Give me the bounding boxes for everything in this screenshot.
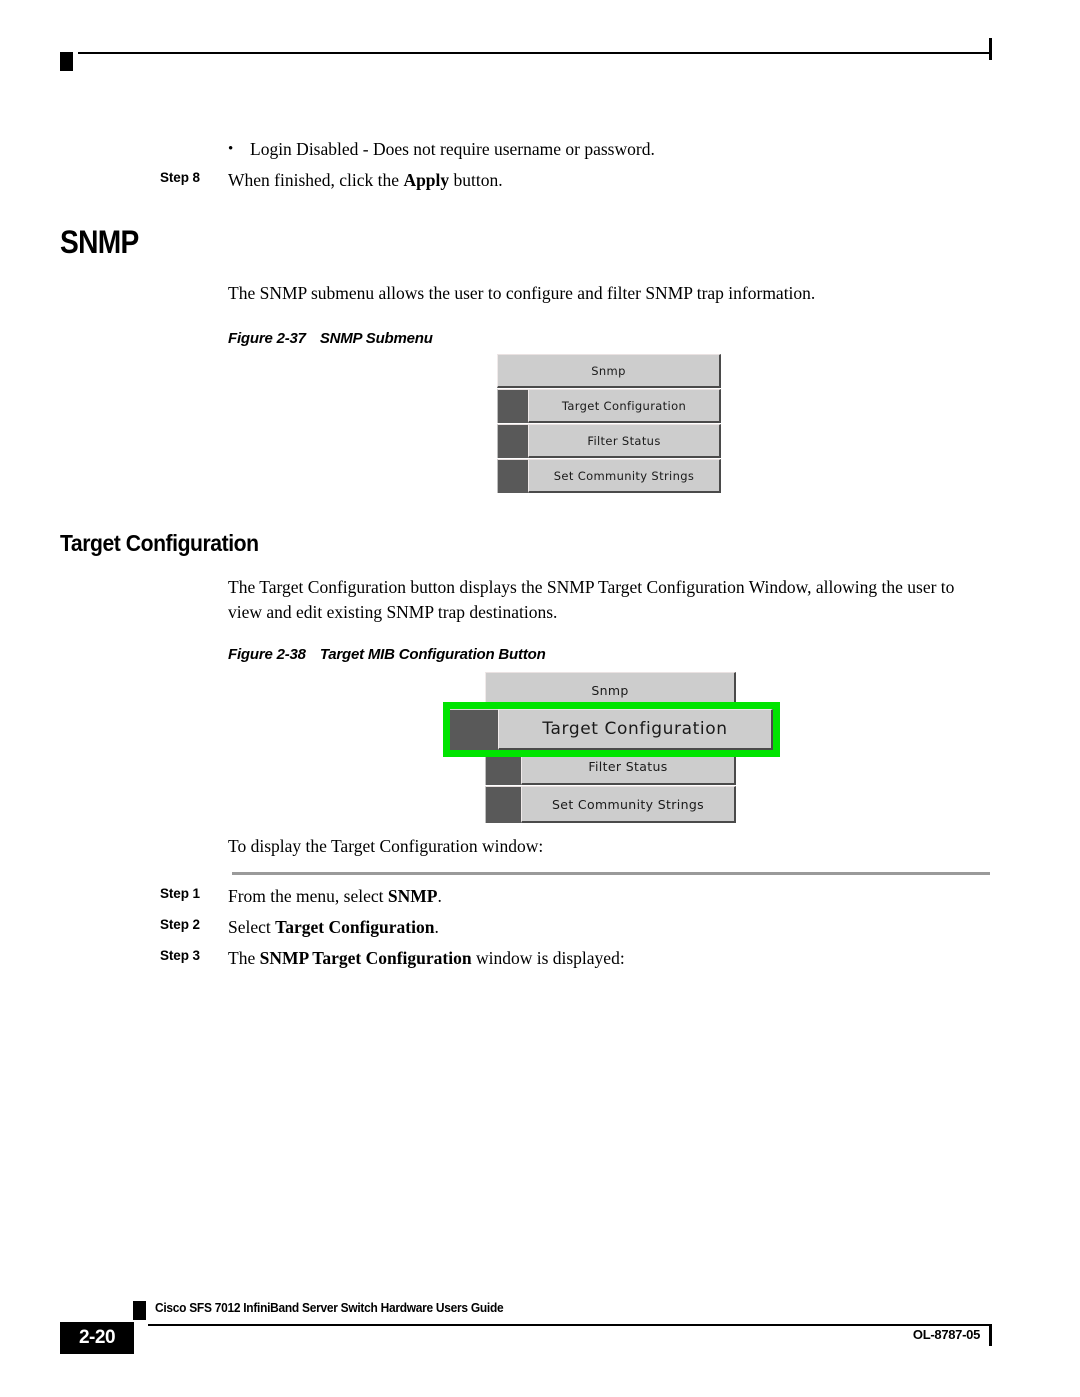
footer-rule bbox=[148, 1324, 990, 1326]
step-text-post: . bbox=[437, 886, 442, 906]
menu-indent-block bbox=[497, 424, 528, 458]
step-row-2: Step 2 Select Target Configuration. bbox=[0, 917, 1080, 943]
menu-row-set-community-strings[interactable]: Set Community Strings bbox=[485, 786, 736, 823]
header-left-marker bbox=[60, 52, 73, 71]
header-right-tick bbox=[989, 38, 992, 60]
section-heading-target-configuration: Target Configuration bbox=[60, 530, 259, 556]
figure-number: Figure 2-38 bbox=[228, 646, 306, 663]
menu-row-set-community-strings[interactable]: Set Community Strings bbox=[497, 459, 721, 493]
menu-row-target-configuration[interactable]: Target Configuration bbox=[497, 389, 721, 423]
target-body-line1: The Target Configuration button displays… bbox=[228, 577, 955, 597]
procedure-separator-rule bbox=[232, 872, 990, 875]
menu-indent-block bbox=[450, 709, 498, 750]
footer-document-id: OL-8787-05 bbox=[912, 1327, 980, 1342]
highlight-callout-target-configuration[interactable]: Target Configuration bbox=[443, 702, 780, 757]
step-text-pre: The bbox=[228, 948, 260, 968]
header-rule bbox=[78, 52, 990, 54]
menu-indent-block bbox=[497, 389, 528, 423]
menu-row-filter-status[interactable]: Filter Status bbox=[497, 424, 721, 458]
menu-button-filter-status[interactable]: Filter Status bbox=[528, 424, 721, 458]
menu-button-target-configuration-highlighted[interactable]: Target Configuration bbox=[498, 709, 773, 750]
step-text-post: window is displayed: bbox=[471, 948, 625, 968]
menu-indent-block bbox=[485, 786, 521, 823]
step-text-emphasis: Target Configuration bbox=[275, 917, 435, 937]
step-text-emphasis: SNMP bbox=[387, 886, 438, 906]
menu-button-target-configuration[interactable]: Target Configuration bbox=[528, 389, 721, 423]
menu-row-snmp[interactable]: Snmp bbox=[497, 354, 721, 388]
step-text-emphasis: SNMP Target Configuration bbox=[259, 948, 472, 968]
footer-page-number: 2-20 bbox=[60, 1322, 134, 1354]
snmp-body-text: The SNMP submenu allows the user to conf… bbox=[228, 283, 816, 303]
step-text-post: button. bbox=[449, 170, 503, 190]
target-body-line2: view and edit existing SNMP trap destina… bbox=[228, 602, 558, 622]
document-page: { "page": { "number": "2-20", "guide_tit… bbox=[0, 0, 1080, 1397]
step-label: Step 8 bbox=[160, 170, 200, 185]
figure-title: Target MIB Configuration Button bbox=[319, 646, 546, 663]
bullet-dot-icon: • bbox=[228, 141, 234, 157]
figure-caption-237: Figure 2-37 SNMP Submenu bbox=[228, 330, 433, 347]
menu-indent-block bbox=[497, 459, 528, 493]
menu-button-set-community-strings[interactable]: Set Community Strings bbox=[521, 786, 736, 823]
menu-button-snmp[interactable]: Snmp bbox=[497, 354, 721, 388]
menu-button-set-community-strings[interactable]: Set Community Strings bbox=[528, 459, 721, 493]
snmp-submenu-figure-237: Snmp Target Configuration Filter Status … bbox=[497, 354, 721, 494]
step-text-pre: Select bbox=[228, 917, 276, 937]
footer-marker bbox=[133, 1301, 146, 1320]
footer-guide-title: Cisco SFS 7012 InfiniBand Server Switch … bbox=[155, 1300, 504, 1315]
step-text-pre: When finished, click the bbox=[228, 170, 404, 190]
step-label: Step 2 bbox=[160, 917, 200, 932]
step-row-3: Step 3 The SNMP Target Configuration win… bbox=[0, 948, 1080, 974]
step-text-emphasis: Apply bbox=[403, 170, 450, 190]
bullet-list-item: • Login Disabled - Does not require usern… bbox=[228, 136, 968, 162]
page-header bbox=[0, 0, 1080, 90]
figure-title: SNMP Submenu bbox=[319, 330, 433, 347]
procedure-lead-in: To display the Target Configuration wind… bbox=[228, 836, 544, 856]
step-text: From the menu, select SNMP. bbox=[228, 886, 442, 907]
step-text-pre: From the menu, select bbox=[228, 886, 388, 906]
page-footer: Cisco SFS 7012 InfiniBand Server Switch … bbox=[0, 1300, 1080, 1380]
footer-right-tick bbox=[989, 1324, 992, 1346]
bullet-item-text: Login Disabled - Does not require userna… bbox=[250, 139, 655, 159]
step-text-post: . bbox=[434, 917, 439, 937]
step-row-8: Step 8 When finished, click the Apply bu… bbox=[0, 170, 1080, 196]
step-text: When finished, click the Apply button. bbox=[228, 170, 503, 191]
figure-caption-238: Figure 2-38 Target MIB Configuration Butt… bbox=[228, 646, 546, 663]
figure-number: Figure 2-37 bbox=[228, 330, 306, 347]
step-text: Select Target Configuration. bbox=[228, 917, 439, 938]
page-title-snmp: SNMP bbox=[60, 224, 139, 260]
step-label: Step 3 bbox=[160, 948, 200, 963]
step-text: The SNMP Target Configuration window is … bbox=[228, 948, 625, 969]
step-row-1: Step 1 From the menu, select SNMP. bbox=[0, 886, 1080, 912]
step-label: Step 1 bbox=[160, 886, 200, 901]
